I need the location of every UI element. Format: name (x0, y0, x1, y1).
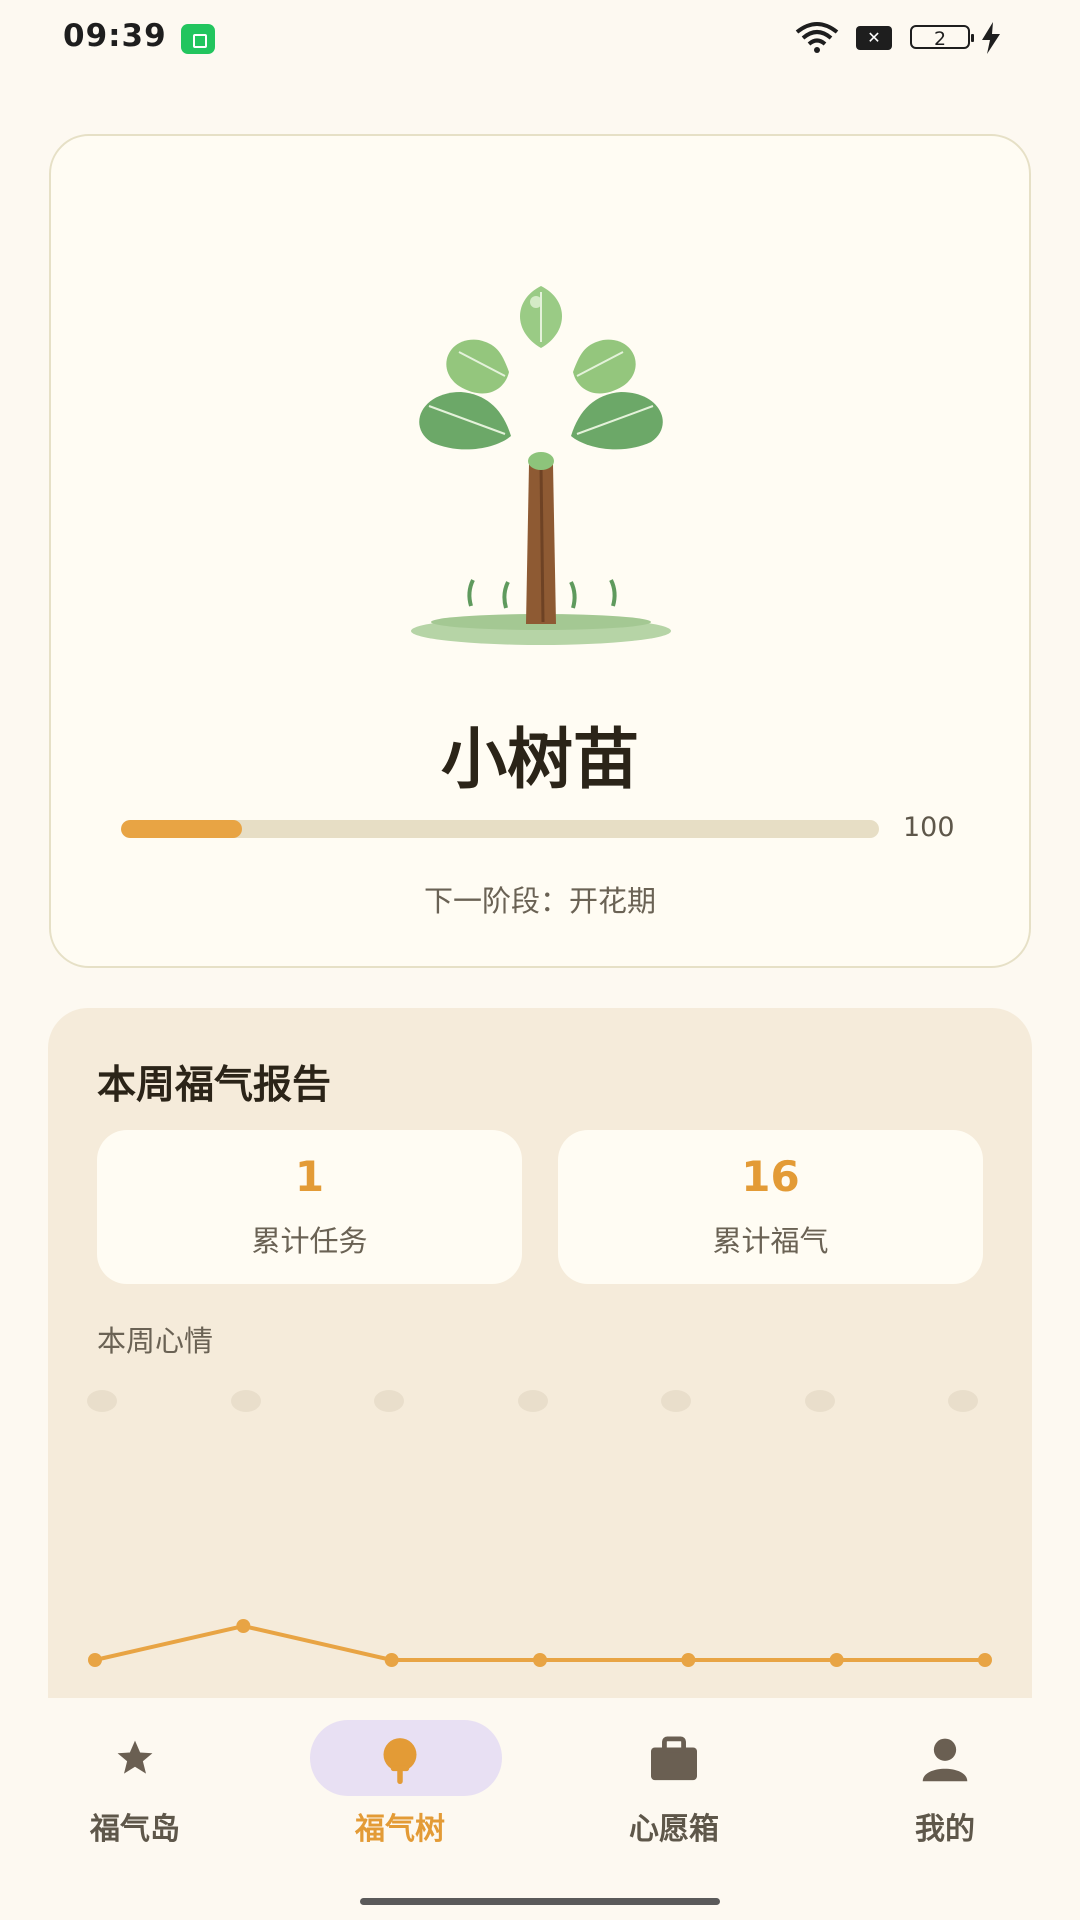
growth-progress-bar (121, 820, 879, 838)
status-time: 09:39 (63, 18, 167, 54)
stat-value: 16 (741, 1152, 800, 1201)
sim-disabled-icon: ✕ (856, 26, 892, 50)
nav-label: 福气岛 (90, 1812, 180, 1847)
growth-progress-fill (121, 820, 243, 838)
trend-point (533, 1653, 547, 1667)
nav-item-wish-box[interactable]: 心愿箱 (574, 1718, 774, 1858)
status-bar: 09:39 ✕ 2 (0, 0, 1080, 78)
mood-day-dot (230, 1390, 261, 1412)
nav-label: 心愿箱 (629, 1812, 719, 1847)
home-indicator[interactable] (360, 1898, 720, 1905)
nav-item-fortune-island[interactable]: 福气岛 (35, 1718, 235, 1858)
weekly-report-card: 本周福气报告 1 累计任务 16 累计福气 本周心情 (48, 1008, 1032, 1698)
sapling-illustration (411, 286, 671, 645)
weekly-trend-chart (88, 1619, 992, 1667)
star-icon (117, 1740, 153, 1774)
stat-value: 1 (294, 1152, 325, 1201)
mood-day-dot (374, 1390, 404, 1412)
weekly-mood-title: 本周心情 (97, 1324, 214, 1358)
tree-card: 小树苗 100 下一阶段：开花期 (49, 134, 1031, 968)
trend-point (236, 1619, 251, 1633)
nav-label: 我的 (915, 1812, 975, 1847)
nav-item-fortune-tree[interactable]: 福气树 (300, 1718, 502, 1858)
briefcase-icon (651, 1736, 697, 1781)
wifi-icon (795, 22, 839, 53)
stat-label: 累计福气 (712, 1224, 829, 1258)
trend-point (384, 1653, 399, 1667)
tree-stage-name: 小树苗 (441, 721, 639, 798)
trend-point (829, 1653, 844, 1667)
mood-day-dot (517, 1390, 548, 1412)
progress-target-label: 100 (903, 812, 955, 843)
weekly-report-title: 本周福气报告 (97, 1063, 332, 1108)
stat-total-tasks: 1 累计任务 (97, 1130, 522, 1284)
stat-total-fortune: 16 累计福气 (558, 1130, 983, 1284)
next-stage-text: 下一阶段：开花期 (423, 884, 656, 918)
bottom-navigation: 福气岛 福气树 心愿箱 我的 (0, 1698, 1080, 1920)
mood-day-dot (87, 1390, 117, 1412)
battery-icon: 2 (910, 25, 974, 50)
mood-day-dot (804, 1390, 835, 1412)
tree-icon (383, 1738, 417, 1784)
stat-label: 累计任务 (251, 1224, 368, 1258)
nav-label: 福气树 (355, 1812, 445, 1847)
mood-day-dot (948, 1390, 978, 1412)
trend-point (88, 1653, 102, 1667)
trend-point (978, 1653, 992, 1667)
trend-point (681, 1653, 696, 1667)
charging-bolt-icon (982, 22, 1000, 54)
app-notification-icon (181, 24, 215, 54)
mood-day-dot (661, 1390, 691, 1412)
person-icon (922, 1738, 968, 1782)
nav-item-profile[interactable]: 我的 (845, 1718, 1045, 1858)
